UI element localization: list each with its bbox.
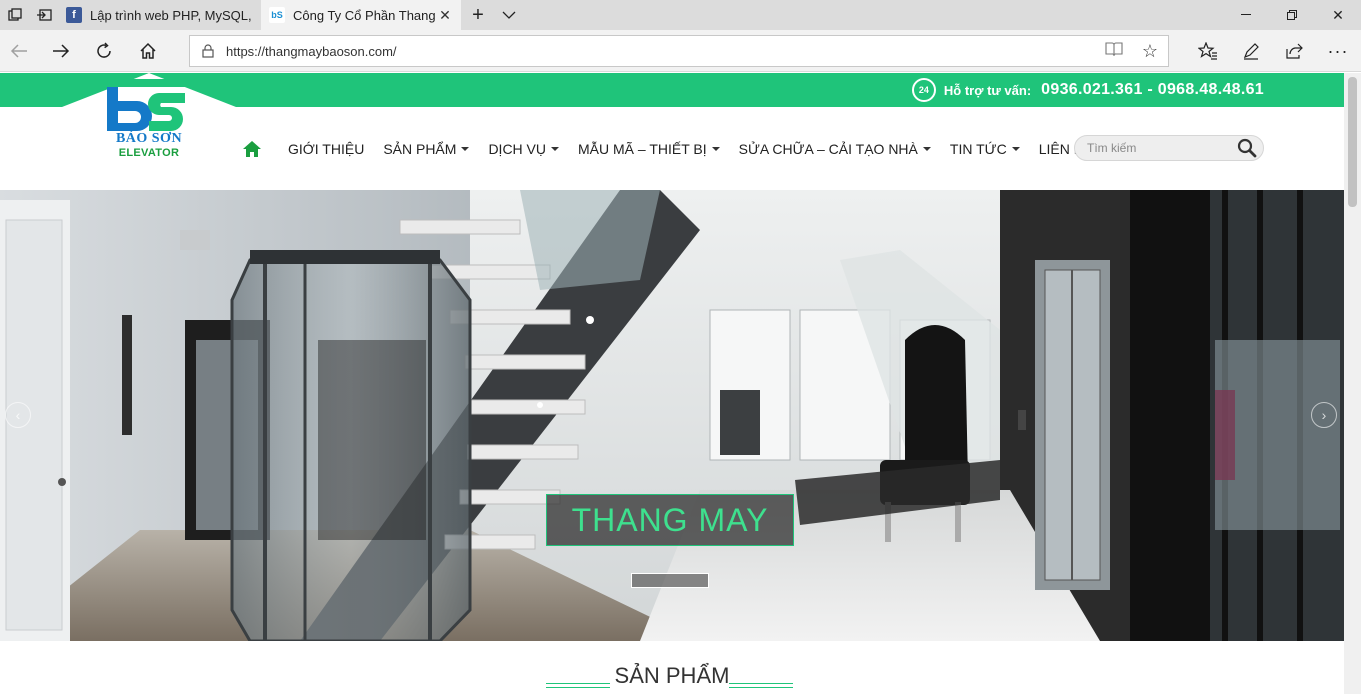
tab-php-mysql[interactable]: f Lập trình web PHP, MySQL, — [58, 0, 261, 30]
tab-preview-chevron-icon[interactable] — [494, 0, 524, 30]
new-tab-icon[interactable]: + — [463, 0, 493, 30]
site-search — [1074, 135, 1264, 161]
slider-prev-icon[interactable]: ‹ — [5, 402, 31, 428]
support-label: Hỗ trợ tư vấn: — [943, 82, 1032, 98]
logo-name: BẢO SƠN — [115, 131, 183, 146]
tab-title: Lập trình web PHP, MySQL, — [90, 7, 252, 23]
baoson-favicon-icon: bS — [269, 7, 285, 23]
page-scrollbar[interactable] — [1344, 73, 1361, 694]
menu-item-dich-vu[interactable]: DỊCH VỤ — [488, 141, 559, 157]
slider-next-icon[interactable]: › — [1311, 402, 1337, 428]
close-tab-icon[interactable]: ✕ — [437, 7, 453, 24]
home-icon[interactable] — [133, 36, 163, 66]
caret-down-icon — [551, 146, 559, 151]
hero-caption: THANG MAY — [546, 494, 794, 546]
close-window-icon[interactable]: ✕ — [1315, 0, 1361, 30]
hero-slider[interactable]: ‹ › THANG MAY — [0, 190, 1344, 641]
more-options-icon[interactable]: ··· — [1323, 36, 1353, 66]
home-menu-icon[interactable] — [240, 139, 264, 159]
caret-down-icon — [922, 146, 931, 151]
logo-subtitle: ELEVATOR — [118, 147, 180, 159]
support-hotline: 24 Hỗ trợ tư vấn: 0936.021.361 - 0968.48… — [911, 73, 1264, 107]
share-icon[interactable] — [1279, 36, 1309, 66]
browser-window: f Lập trình web PHP, MySQL, bS Công Ty C… — [0, 0, 1361, 694]
tab-manager-icon[interactable] — [0, 0, 30, 30]
tab-thang-may-bao-son[interactable]: bS Công Ty Cổ Phần Thang ✕ — [261, 0, 461, 30]
menu-item-label: SẢN PHẨM — [383, 140, 457, 157]
navigation-bar: https://thangmaybaoson.com/ ☆ ··· — [0, 30, 1361, 72]
search-icon[interactable] — [1237, 138, 1257, 158]
menu-item-tin-tuc[interactable]: TIN TỨC — [950, 141, 1020, 157]
menu-item-sua-chua-cai-tao-nha[interactable]: SỬA CHỮA – CẢI TẠO NHÀ — [739, 141, 931, 157]
favorite-star-icon[interactable]: ☆ — [1132, 41, 1168, 62]
forward-icon[interactable] — [46, 36, 76, 66]
url-text[interactable]: https://thangmaybaoson.com/ — [226, 44, 1096, 59]
pen-notes-icon[interactable] — [1236, 36, 1266, 66]
caret-down-icon — [461, 146, 470, 151]
caret-down-icon — [1011, 146, 1020, 151]
bs-logo-mark-icon — [107, 79, 187, 131]
site-header: BẢO SƠN ELEVATOR GIỚI THIỆU SẢN PHẨM DỊC… — [0, 79, 1344, 190]
tab-bar: f Lập trình web PHP, MySQL, bS Công Ty C… — [0, 0, 1361, 30]
baoson-logo[interactable]: BẢO SƠN ELEVATOR — [95, 79, 203, 179]
refresh-icon[interactable] — [89, 36, 119, 66]
set-aside-tabs-icon[interactable] — [29, 0, 59, 30]
caret-down-icon — [711, 146, 720, 151]
support-phone-numbers[interactable]: 0936.021.361 - 0968.48.48.61 — [1041, 81, 1264, 99]
title-right-divider — [729, 683, 793, 688]
menu-item-mau-ma-thiet-bi[interactable]: MẪU MÃ – THIẾT BỊ — [578, 141, 720, 157]
reading-view-icon[interactable] — [1096, 41, 1132, 61]
favorites-list-icon[interactable] — [1193, 36, 1223, 66]
back-icon[interactable] — [4, 36, 34, 66]
menu-item-label: SỬA CHỮA – CẢI TẠO NHÀ — [738, 140, 918, 157]
products-section-header: SẢN PHẨM — [0, 641, 1344, 694]
menu-item-san-pham[interactable]: SẢN PHẨM — [383, 140, 470, 157]
maximize-icon[interactable] — [1269, 0, 1315, 30]
main-menu: GIỚI THIỆU SẢN PHẨM DỊCH VỤ MẪU MÃ – THI… — [240, 107, 1112, 190]
minimize-icon[interactable] — [1223, 0, 1269, 30]
menu-item-label: GIỚI THIỆU — [288, 140, 365, 157]
page-viewport: 24 Hỗ trợ tư vấn: 0936.021.361 - 0968.48… — [0, 73, 1344, 694]
menu-item-label: MẪU MÃ – THIẾT BỊ — [578, 140, 707, 157]
slider-indicator[interactable] — [631, 573, 709, 588]
search-input[interactable] — [1087, 139, 1237, 157]
facebook-favicon-icon: f — [66, 7, 82, 23]
scrollbar-thumb[interactable] — [1348, 77, 1357, 207]
menu-item-label: TIN TỨC — [949, 140, 1007, 157]
lock-icon — [190, 44, 226, 58]
address-bar[interactable]: https://thangmaybaoson.com/ ☆ — [189, 35, 1169, 67]
support-24h-icon: 24 — [911, 78, 936, 102]
section-title: SẢN PHẨM — [614, 663, 730, 688]
menu-item-label: DỊCH VỤ — [488, 140, 546, 157]
tab-title: Công Ty Cổ Phần Thang — [293, 7, 436, 23]
menu-item-gioi-thieu[interactable]: GIỚI THIỆU — [288, 141, 364, 157]
